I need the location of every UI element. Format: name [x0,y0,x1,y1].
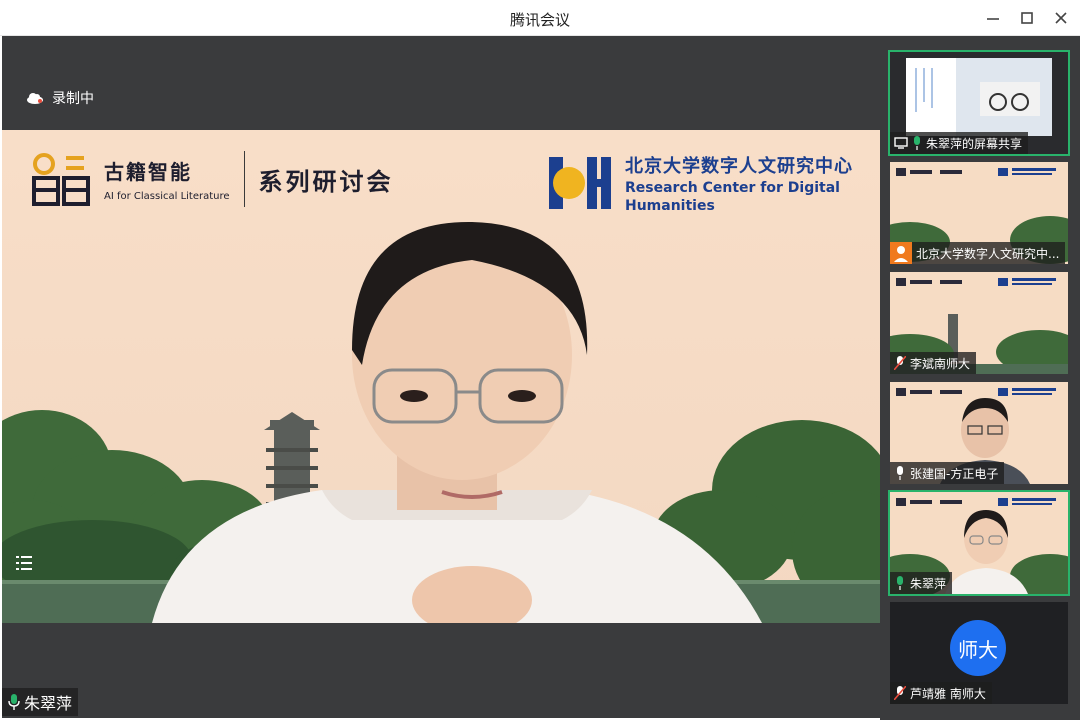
banner-right-en-1: Research Center for Digital [625,180,840,196]
main-video-area: 录制中 古籍智能 AI for Classical Literature 系列研… [2,36,880,718]
mic-muted-icon [894,356,906,370]
banner-right-cn: 北京大学数字人文研究中心 [625,156,853,177]
cloud-icon [27,93,43,104]
participant-label: 张建国-方正电子 [890,462,1005,484]
mic-muted-icon [894,686,906,700]
maximize-button[interactable] [1014,6,1040,30]
minimize-button[interactable] [980,6,1006,30]
avatar: 师大 [950,620,1006,676]
mic-icon [897,466,903,480]
participant-label: 李斌南师大 [890,352,977,374]
close-button[interactable] [1048,6,1074,30]
dh-logo-icon [549,157,611,209]
maximize-icon [1021,12,1033,24]
speaker-name: 朱翠萍 [24,694,73,713]
banner-left-cn: 古籍智能 [104,160,192,184]
banner-series: 系列研讨会 [258,167,394,196]
participant-label: 北京大学数字人文研究中... [890,242,1066,264]
participant-tile[interactable]: 北京大学数字人文研究中... [890,162,1068,264]
speaker-name-chip: 朱翠萍 [2,688,79,716]
banner-left-logo: 古籍智能 AI for Classical Literature 系列研讨会 [30,150,394,208]
recording-label: 录制中 [52,91,94,107]
window-title: 腾讯会议 [509,11,570,29]
mic-icon [897,576,903,590]
mic-icon [8,694,20,710]
participant-label: 朱翠萍的屏幕共享 [890,132,1029,154]
banner-right-logo: 北京大学数字人文研究中心 Research Center for Digital… [547,152,853,214]
minimize-icon [987,18,999,20]
window-titlebar: 腾讯会议 [0,0,1080,36]
close-icon [1055,12,1067,24]
screen-share-icon [894,137,908,149]
participant-tile[interactable]: 师大 芦靖雅 南师大 [890,602,1068,704]
participant-label: 芦靖雅 南师大 [890,682,992,704]
speaker-video: 古籍智能 AI for Classical Literature 系列研讨会 北… [2,130,880,623]
member-list-icon[interactable] [14,553,34,573]
user-avatar-icon [890,242,912,264]
banner-right-en-2: Humanities [625,198,715,214]
participant-label: 朱翠萍 [890,572,953,594]
mic-icon [914,136,920,150]
recording-indicator: 录制中 [26,88,94,108]
participant-tile[interactable]: 李斌南师大 [890,272,1068,374]
banner-divider [243,151,245,207]
banner-left-en: AI for Classical Literature [104,191,230,202]
participant-tile[interactable]: 朱翠萍的屏幕共享 [888,50,1070,156]
guji-logo-icon [32,153,90,206]
participant-tile[interactable]: 朱翠萍 [888,490,1070,596]
participant-tile[interactable]: 张建国-方正电子 [890,382,1068,484]
participant-sidebar: 朱翠萍的屏幕共享 北京大学数字人文研究中... 李斌南师大 张建国-方正电子 朱… [880,36,1080,720]
